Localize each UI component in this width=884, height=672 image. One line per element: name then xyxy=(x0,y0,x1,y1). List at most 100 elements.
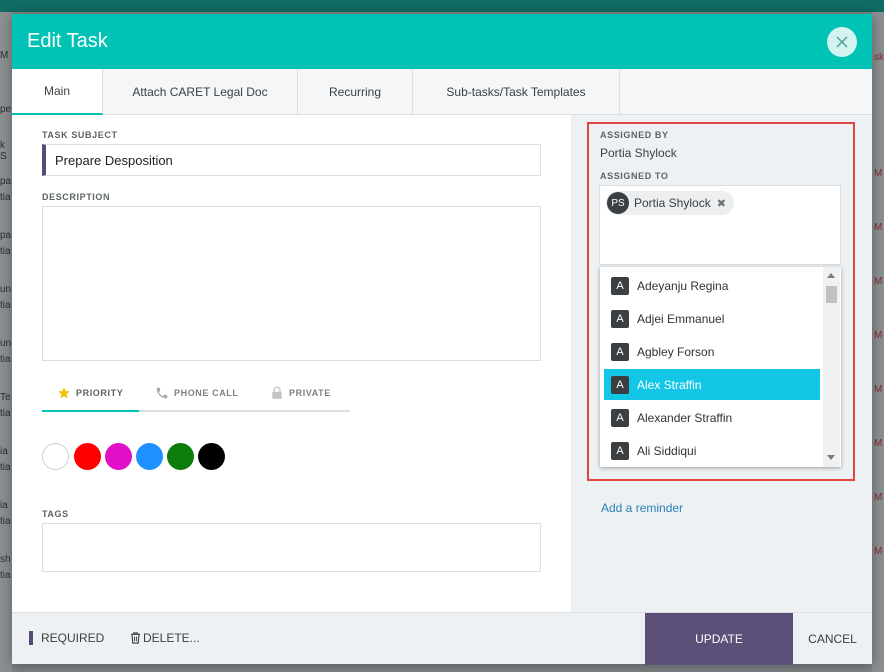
assignee-dropdown: A Adeyanju Regina A Adjei Emmanuel A Agb… xyxy=(600,267,841,467)
priority-option[interactable]: PRIORITY xyxy=(57,376,123,410)
avatar: A xyxy=(611,309,629,328)
background-text: M xyxy=(874,384,883,395)
scrollbar-thumb[interactable] xyxy=(826,286,837,303)
app-topbar xyxy=(0,0,884,12)
tab-main[interactable]: Main xyxy=(12,69,103,115)
cancel-button[interactable]: CANCEL xyxy=(793,613,872,665)
tab-recurring[interactable]: Recurring xyxy=(298,69,413,115)
color-swatch-magenta[interactable] xyxy=(105,443,132,470)
background-text: tia xyxy=(0,246,11,257)
phone-icon xyxy=(156,387,168,399)
list-item-name: Alex Straffin xyxy=(637,377,702,392)
background-text: M xyxy=(874,168,883,179)
list-item[interactable]: A Agbley Forson xyxy=(604,336,820,367)
assigned-to-input[interactable]: PS Portia Shylock ✖ xyxy=(599,185,841,265)
background-text: tia xyxy=(0,192,11,203)
list-item[interactable]: A Adjei Emmanuel xyxy=(604,303,820,334)
list-item-name: Adeyanju Regina xyxy=(637,278,729,293)
background-text: un xyxy=(0,284,12,295)
required-legend: REQUIRED xyxy=(41,631,105,645)
update-button[interactable]: UPDATE xyxy=(645,613,793,665)
task-subject-label: TASK SUBJECT xyxy=(42,130,118,140)
dialog-footer: REQUIRED DELETE... UPDATE CANCEL xyxy=(12,612,872,665)
delete-button[interactable]: DELETE... xyxy=(130,631,200,645)
assigned-by-value: Portia Shylock xyxy=(600,146,677,160)
list-item[interactable]: A Adeyanju Regina xyxy=(604,270,820,301)
background-text: tia xyxy=(0,300,11,311)
background-text: M xyxy=(874,546,883,557)
avatar: A xyxy=(611,441,629,460)
task-main-form: TASK SUBJECT Prepare Desposition DESCRIP… xyxy=(12,115,571,612)
avatar: PS xyxy=(607,192,629,214)
trash-icon xyxy=(130,632,141,644)
color-swatch-blue[interactable] xyxy=(136,443,163,470)
assignee-chip: PS Portia Shylock ✖ xyxy=(606,191,734,215)
background-text: sk xyxy=(874,52,884,63)
description-textarea[interactable] xyxy=(42,206,541,361)
assigned-by-label: ASSIGNED BY xyxy=(600,130,669,140)
color-swatch-white[interactable] xyxy=(42,443,69,470)
avatar: A xyxy=(611,342,629,361)
task-subject-input[interactable]: Prepare Desposition xyxy=(42,144,541,176)
list-item-name: Agbley Forson xyxy=(637,344,715,359)
background-text: M xyxy=(874,276,883,287)
background-text: M xyxy=(874,330,883,341)
delete-label: DELETE... xyxy=(143,631,200,645)
dialog-tabs: Main Attach CARET Legal Doc Recurring Su… xyxy=(12,69,872,115)
background-text: M xyxy=(874,222,883,233)
dropdown-scrollbar[interactable] xyxy=(823,267,840,467)
private-option[interactable]: PRIVATE xyxy=(270,376,331,410)
tab-attach-caret-legal-doc[interactable]: Attach CARET Legal Doc xyxy=(103,69,298,115)
task-option-tabs: PRIORITY PHONE CALL PRIVATE xyxy=(42,376,350,412)
add-reminder-link[interactable]: Add a reminder xyxy=(601,501,683,515)
background-text: pe xyxy=(0,104,12,115)
tab-subtasks-templates[interactable]: Sub-tasks/Task Templates xyxy=(413,69,620,115)
background-text: tia xyxy=(0,516,11,527)
avatar: A xyxy=(611,375,629,394)
assignment-panel: ASSIGNED BY Portia Shylock ASSIGNED TO P… xyxy=(571,115,872,612)
description-label: DESCRIPTION xyxy=(42,192,111,202)
remove-icon[interactable]: ✖ xyxy=(717,197,726,210)
background-text: pa xyxy=(0,230,12,241)
color-swatch-black[interactable] xyxy=(198,443,225,470)
list-item-name: Alexander Straffin xyxy=(637,410,733,425)
background-text: M xyxy=(874,492,883,503)
avatar: A xyxy=(611,276,629,295)
background-text: tia xyxy=(0,408,11,419)
tags-label: TAGS xyxy=(42,509,69,519)
scroll-up-icon[interactable] xyxy=(827,273,835,278)
background-text: pa xyxy=(0,176,12,187)
list-item[interactable]: A Ali Siddiqui xyxy=(604,435,820,466)
background-text: Te xyxy=(0,392,11,403)
list-item-selected[interactable]: A Alex Straffin xyxy=(604,369,820,400)
scroll-down-icon[interactable] xyxy=(827,455,835,460)
color-swatch-green[interactable] xyxy=(167,443,194,470)
phone-call-option[interactable]: PHONE CALL xyxy=(155,376,239,410)
required-indicator xyxy=(29,631,33,645)
app-background-list: M pe k S pa tia pa tia un tia un tia Te … xyxy=(0,12,12,672)
background-text: tia xyxy=(0,462,11,473)
edit-task-dialog: Edit Task Main Attach CARET Legal Doc Re… xyxy=(12,14,872,665)
color-swatch-red[interactable] xyxy=(74,443,101,470)
background-text: sh xyxy=(0,554,11,565)
assigned-to-label: ASSIGNED TO xyxy=(600,171,669,181)
avatar: A xyxy=(611,408,629,427)
background-text: ia xyxy=(0,500,8,511)
background-text: M xyxy=(0,50,9,61)
dialog-title: Edit Task xyxy=(27,30,108,52)
close-icon xyxy=(836,36,848,48)
background-text: un xyxy=(0,338,12,349)
list-item-name: Adjei Emmanuel xyxy=(637,311,725,326)
list-item[interactable]: A Alexander Straffin xyxy=(604,402,820,433)
app-background-right: sk M M M M M M M M xyxy=(872,12,884,672)
background-text: k S xyxy=(0,140,7,162)
background-text: tia xyxy=(0,354,11,365)
assignee-chip-name: Portia Shylock xyxy=(634,196,711,210)
phone-call-label: PHONE CALL xyxy=(174,388,239,398)
dialog-header: Edit Task xyxy=(12,14,872,69)
close-button[interactable] xyxy=(827,27,857,57)
background-text: ia xyxy=(0,446,8,457)
star-icon xyxy=(58,387,70,399)
tags-input[interactable] xyxy=(42,523,541,572)
lock-icon xyxy=(272,386,282,399)
